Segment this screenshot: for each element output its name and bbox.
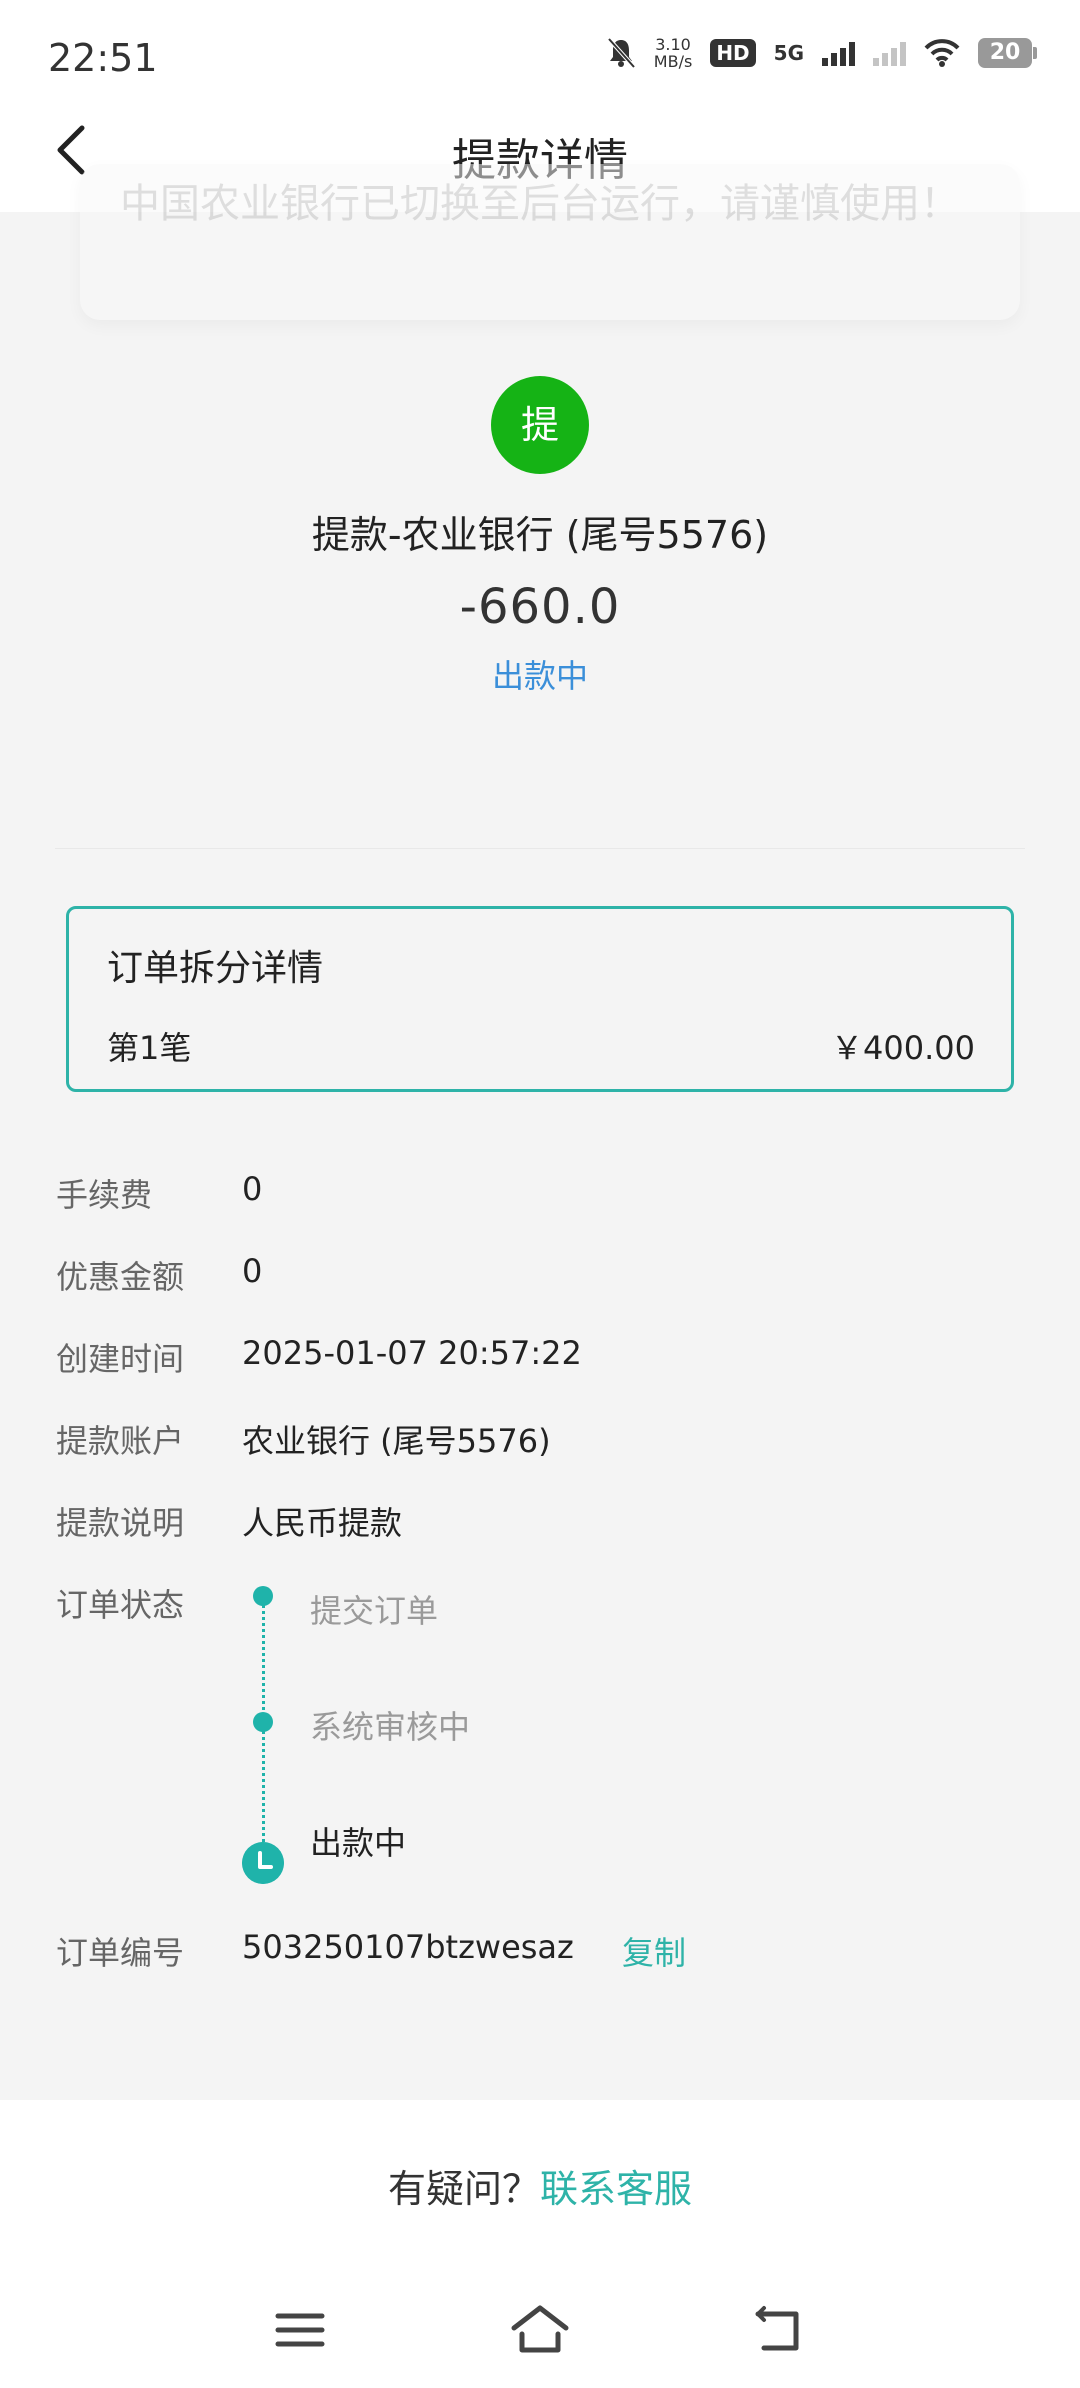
order-status-label: 订单状态	[56, 1586, 185, 1624]
account-value: 农业银行 (尾号5576)	[242, 1422, 551, 1460]
order-id-label: 订单编号	[56, 1934, 185, 1972]
hd-icon: HD	[710, 39, 756, 67]
discount-row: 优惠金额 0	[0, 1252, 1080, 1302]
account-row: 提款账户 农业银行 (尾号5576)	[0, 1416, 1080, 1466]
battery-icon: 20	[978, 38, 1037, 68]
transaction-summary: 提 提款-农业银行 (尾号5576) -660.0 出款中	[0, 340, 1080, 697]
help-question: 有疑问？	[387, 2167, 540, 2211]
fee-label: 手续费	[56, 1176, 153, 1214]
status-time: 22:51	[48, 36, 158, 80]
menu-icon[interactable]	[270, 2300, 330, 2360]
timeline-dot	[253, 1712, 273, 1732]
created-time-label: 创建时间	[56, 1340, 185, 1378]
note-row: 提款说明 人民币提款	[0, 1498, 1080, 1548]
copy-order-id-button[interactable]: 复制	[622, 1928, 686, 1974]
transaction-title: 提款-农业银行 (尾号5576)	[311, 513, 769, 557]
background-warning-toast: 中国农业银行已切换至后台运行，请谨慎使用！	[80, 164, 1020, 320]
created-time-value: 2025-01-07 20:57:22	[242, 1334, 582, 1372]
transaction-amount: -660.0	[459, 579, 621, 635]
account-label: 提款账户	[56, 1422, 185, 1460]
fee-row: 手续费 0	[0, 1170, 1080, 1220]
order-status-timeline: 订单状态 提交订单 系统审核中 出款中	[0, 1580, 1080, 1884]
split-item-label: 第1笔	[107, 1029, 192, 1067]
clock-icon	[242, 1842, 284, 1884]
order-id-value: 503250107btzwesaz	[242, 1928, 574, 1966]
signal-strong-icon	[822, 40, 855, 66]
order-split-card: 订单拆分详情 第1笔 ￥400.00	[66, 906, 1014, 1092]
home-icon[interactable]	[510, 2300, 570, 2360]
divider	[55, 848, 1025, 849]
note-value: 人民币提款	[242, 1504, 403, 1542]
discount-label: 优惠金额	[56, 1258, 185, 1296]
contact-support-link[interactable]: 联系客服	[540, 2167, 692, 2211]
mute-bell-icon	[607, 37, 636, 69]
split-title: 订单拆分详情	[107, 948, 324, 989]
back-nav-icon[interactable]	[750, 2300, 810, 2360]
signal-weak-icon	[873, 40, 906, 66]
network-speed: 3.10 MB/s	[653, 35, 693, 71]
system-nav-bar	[0, 2300, 1080, 2370]
timeline-step: 系统审核中	[310, 1708, 471, 1746]
created-time-row: 创建时间 2025-01-07 20:57:22	[0, 1334, 1080, 1384]
timeline-dot	[253, 1586, 273, 1606]
withdraw-badge-icon: 提	[491, 376, 589, 474]
discount-value: 0	[242, 1252, 263, 1290]
status-icons: 3.10 MB/s HD 5G 20	[606, 35, 1037, 71]
timeline-step-current: 出款中	[310, 1824, 407, 1862]
split-item-amount: ￥400.00	[831, 1029, 975, 1067]
help-line: 有疑问？联系客服	[0, 2158, 1080, 2213]
5g-icon: 5G	[773, 41, 804, 65]
wifi-icon	[924, 39, 960, 67]
footer: 有疑问？联系客服	[0, 2100, 1080, 2388]
timeline-step: 提交订单	[310, 1592, 439, 1630]
fee-value: 0	[242, 1170, 263, 1208]
order-id-row: 订单编号 503250107btzwesaz 复制	[0, 1928, 1080, 1978]
note-label: 提款说明	[56, 1504, 185, 1542]
transaction-status: 出款中	[491, 657, 588, 695]
